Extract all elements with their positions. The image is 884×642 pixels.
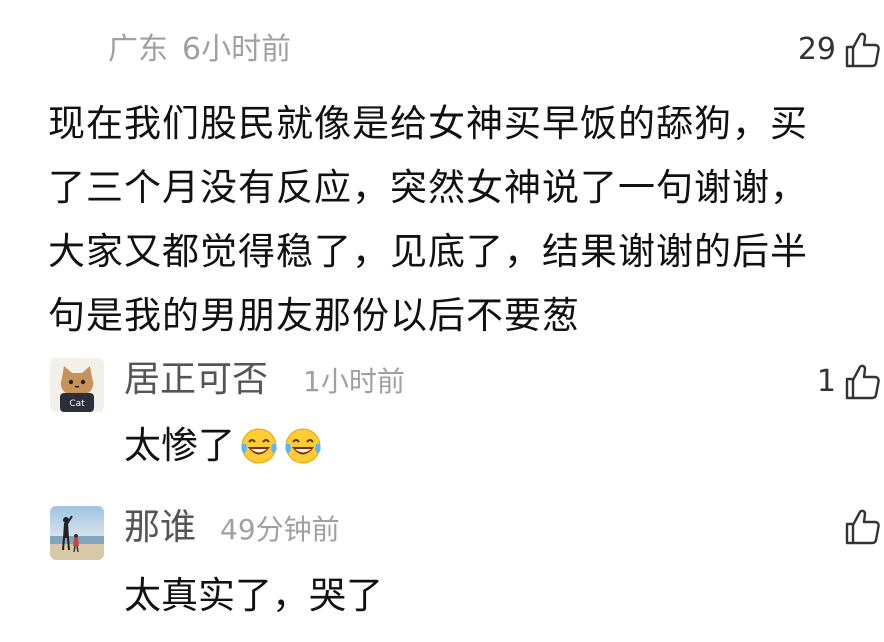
post-time: 6小时前 — [182, 32, 292, 67]
reply-text: 太惨了 — [124, 424, 235, 467]
avatar[interactable] — [50, 506, 104, 560]
cat-avatar-icon: Cat — [50, 358, 104, 412]
reply-content: 太惨了 — [124, 420, 323, 472]
laughing-tears-emoji-icon — [285, 428, 321, 464]
thumbs-up-icon — [845, 364, 880, 400]
post-meta: 广东 6小时前 — [108, 30, 291, 70]
post-line: 了三个月没有反应，突然女神说了一句谢谢， — [48, 166, 808, 209]
thumbs-up-icon — [845, 509, 880, 545]
reply-like-button[interactable] — [844, 508, 880, 546]
thumbs-up-icon — [845, 32, 880, 68]
post-content: 现在我们股民就像是给女神买早饭的舔狗，买 了三个月没有反应，突然女神说了一句谢谢… — [48, 92, 870, 348]
post-like-button[interactable]: 29 — [798, 30, 880, 70]
reply-text: 太真实了，哭了 — [124, 574, 383, 617]
post-location: 广东 — [108, 32, 168, 67]
svg-text:Cat: Cat — [69, 399, 85, 409]
reply-username[interactable]: 居正可否 — [124, 358, 268, 402]
beach-photo-avatar-icon — [50, 506, 104, 560]
avatar[interactable]: Cat — [50, 358, 104, 412]
post-line: 大家又都觉得稳了，见底了，结果谢谢的后半 — [48, 230, 808, 273]
post-line: 现在我们股民就像是给女神买早饭的舔狗，买 — [48, 102, 808, 145]
post-line: 句是我的男朋友那份以后不要葱 — [48, 294, 580, 337]
reply-time: 1小时前 — [303, 365, 405, 398]
laughing-tears-emoji-icon — [241, 428, 277, 464]
reply-time: 49分钟前 — [220, 513, 340, 546]
post-like-count: 29 — [797, 32, 836, 67]
reply-like-count: 1 — [816, 364, 836, 399]
reply-content: 太真实了，哭了 — [124, 570, 383, 622]
reply-username[interactable]: 那谁 — [124, 506, 196, 550]
reply-like-button[interactable]: 1 — [817, 362, 880, 402]
